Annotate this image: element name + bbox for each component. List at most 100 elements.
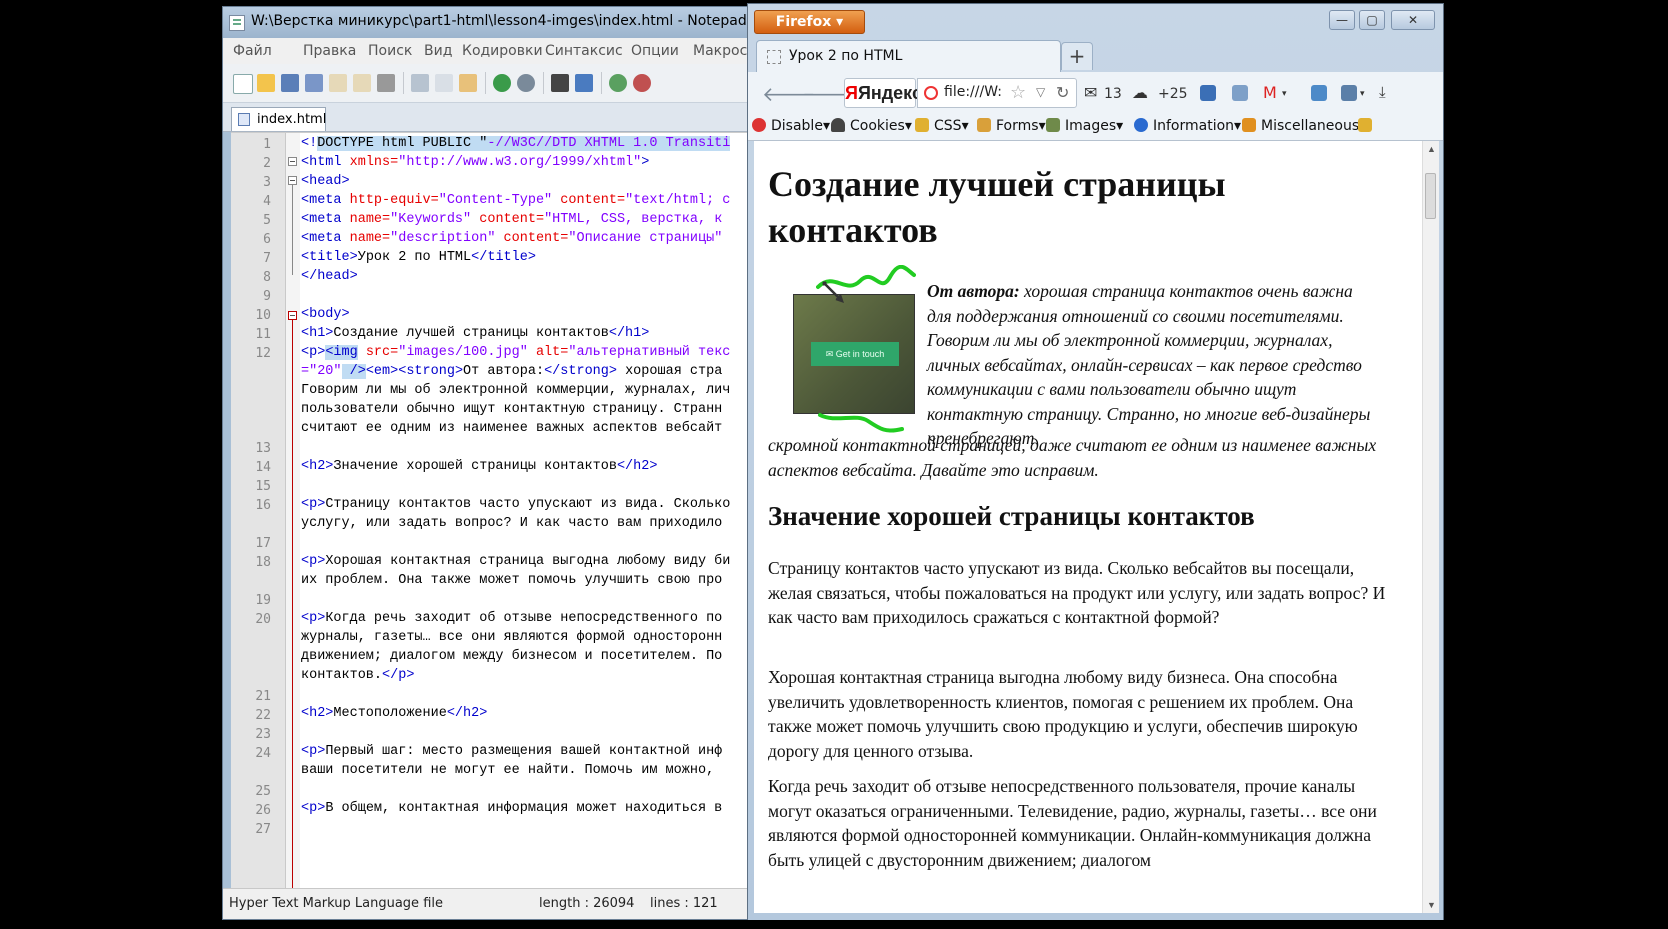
- tab-label: index.html: [257, 112, 327, 127]
- code-line: <p><img src="images/100.jpg" alt="альтер…: [301, 345, 731, 360]
- maximize-button[interactable]: ▢: [1359, 10, 1385, 30]
- menu-options[interactable]: Опции: [631, 43, 679, 59]
- copy-icon[interactable]: [435, 74, 453, 92]
- redo-icon[interactable]: [517, 74, 535, 92]
- cookies-icon: [831, 118, 845, 132]
- zoom-in-icon[interactable]: [609, 74, 627, 92]
- save-all-icon[interactable]: [305, 74, 323, 92]
- minimize-button[interactable]: —: [1329, 10, 1355, 30]
- scroll-down-icon[interactable]: ▼: [1427, 900, 1436, 910]
- firefox-window: Firefox ▾ — ▢ ✕ Урок 2 по HTML + 🡐 🡒 ЯЯн…: [747, 3, 1444, 921]
- line-number: 6: [263, 232, 271, 247]
- menu-search[interactable]: Поиск: [368, 43, 412, 59]
- npp-toolbar: [223, 64, 755, 103]
- find-icon[interactable]: [551, 74, 569, 92]
- weather-temp: +25: [1158, 86, 1188, 102]
- firefox-menu-button[interactable]: Firefox ▾: [754, 10, 865, 34]
- menu-edit[interactable]: Правка: [303, 43, 356, 59]
- menu-encoding[interactable]: Кодировки: [462, 43, 543, 59]
- page-h1: Создание лучшей страницы контактов: [768, 164, 1226, 250]
- addon-icon[interactable]: [1341, 85, 1357, 101]
- forms-icon: [977, 118, 991, 132]
- article-image: ✉ Get in touch: [793, 294, 915, 414]
- menu-syntax[interactable]: Синтаксис: [545, 43, 623, 59]
- close-file-icon[interactable]: [329, 74, 347, 92]
- information-menu[interactable]: Information▾: [1134, 118, 1241, 134]
- url-text: file:///W:: [944, 84, 1002, 100]
- close-all-icon[interactable]: [353, 74, 371, 92]
- save-icon[interactable]: [281, 74, 299, 92]
- images-icon: [1046, 118, 1060, 132]
- disable-icon: [752, 118, 766, 132]
- fold-html-icon[interactable]: [288, 157, 297, 166]
- scrollbar-thumb[interactable]: [1425, 173, 1436, 219]
- paragraph-1: Страницу контактов часто упускают из вид…: [768, 558, 1386, 627]
- line-number: 7: [263, 251, 271, 266]
- line-number: 14: [255, 460, 271, 475]
- fold-guide-line: [292, 320, 293, 892]
- gmail-icon[interactable]: M: [1263, 83, 1277, 102]
- line-number: 20: [255, 612, 271, 627]
- line-number: 1: [263, 137, 271, 152]
- vertical-scrollbar[interactable]: ▲ ▼: [1422, 141, 1439, 913]
- miscellaneous-icon: [1242, 118, 1256, 132]
- reload-icon[interactable]: ↻: [1056, 83, 1069, 102]
- code-line: </head>: [301, 269, 358, 284]
- code-line: пользователи обычно ищут контактную стра…: [301, 402, 723, 417]
- cookies-menu[interactable]: Cookies▾: [831, 118, 912, 134]
- line-number: 22: [255, 708, 271, 723]
- line-number: 23: [255, 727, 271, 742]
- close-button[interactable]: ✕: [1391, 10, 1435, 30]
- miscellaneous-menu[interactable]: Miscellaneous▾: [1242, 118, 1366, 134]
- page-h2: Значение хорошей страницы контактов: [768, 501, 1255, 531]
- page-viewport[interactable]: Создание лучшей страницы контактов ✉ Get…: [754, 141, 1439, 913]
- css-menu[interactable]: CSS▾: [915, 118, 969, 134]
- line-number: 10: [255, 308, 271, 323]
- url-bar[interactable]: file:///W: ☆ ▽ ↻: [917, 78, 1077, 108]
- dropdown-icon[interactable]: ▾: [1360, 89, 1365, 99]
- paste-icon[interactable]: [459, 74, 477, 92]
- download-icon[interactable]: ⤓: [1379, 83, 1386, 101]
- addon-icon[interactable]: [1200, 85, 1216, 101]
- replace-icon[interactable]: [575, 74, 593, 92]
- code-line: <h2>Значение хорошей страницы контактов<…: [301, 459, 658, 474]
- toolbar-separator: [403, 72, 404, 94]
- menu-macro[interactable]: Макрос: [693, 43, 747, 59]
- yandex-button[interactable]: ЯЯндекс: [844, 78, 922, 108]
- outline-menu[interactable]: [1358, 118, 1377, 134]
- bookmark-star-icon[interactable]: ☆: [1010, 82, 1026, 103]
- code-line: <meta name="Keywords" content="HTML, CSS…: [301, 212, 723, 227]
- addon-icon[interactable]: [1311, 85, 1327, 101]
- code-line: <title>Урок 2 по HTML</title>: [301, 250, 536, 265]
- tab-index-html[interactable]: index.html: [231, 107, 326, 131]
- undo-icon[interactable]: [493, 74, 511, 92]
- code-editor[interactable]: 1 2 3 4 5 6 7 8 9 10 11 12 13 14 15 16 1…: [231, 132, 755, 892]
- new-tab-button[interactable]: +: [1061, 42, 1093, 70]
- tab-lesson-html[interactable]: Урок 2 по HTML: [756, 40, 1061, 72]
- npp-window-title: W:\Верстка миникурс\part1-html\lesson4-i…: [251, 13, 756, 29]
- weather-icon[interactable]: ☁: [1132, 83, 1148, 102]
- fold-head-icon[interactable]: [288, 176, 297, 185]
- status-file-type: Hyper Text Markup Language file: [229, 896, 443, 911]
- dropdown-icon[interactable]: ▾: [1282, 89, 1287, 99]
- disable-menu[interactable]: Disable▾: [752, 118, 830, 134]
- images-menu[interactable]: Images▾: [1046, 118, 1123, 134]
- url-dropdown-icon[interactable]: ▽: [1036, 85, 1045, 99]
- new-file-icon[interactable]: [233, 74, 253, 94]
- forms-menu[interactable]: Forms▾: [977, 118, 1046, 134]
- mail-icon[interactable]: ✉: [1084, 83, 1097, 102]
- open-folder-icon[interactable]: [257, 74, 275, 92]
- code-line: <meta http-equiv="Content-Type" content=…: [301, 193, 731, 208]
- outline-pencil-icon: [1358, 118, 1372, 132]
- code-line: журналы, газеты… все они являются формой…: [301, 630, 723, 645]
- cut-icon[interactable]: [411, 74, 429, 92]
- addon-icon[interactable]: [1232, 85, 1248, 101]
- zoom-out-icon[interactable]: [633, 74, 651, 92]
- css-pencil-icon: [915, 118, 929, 132]
- fold-body-icon[interactable]: [288, 311, 297, 320]
- menu-file[interactable]: Файл: [233, 43, 272, 59]
- scroll-up-icon[interactable]: ▲: [1427, 144, 1436, 154]
- line-number: 4: [263, 194, 271, 209]
- menu-view[interactable]: Вид: [424, 43, 452, 59]
- print-icon[interactable]: [377, 74, 395, 92]
